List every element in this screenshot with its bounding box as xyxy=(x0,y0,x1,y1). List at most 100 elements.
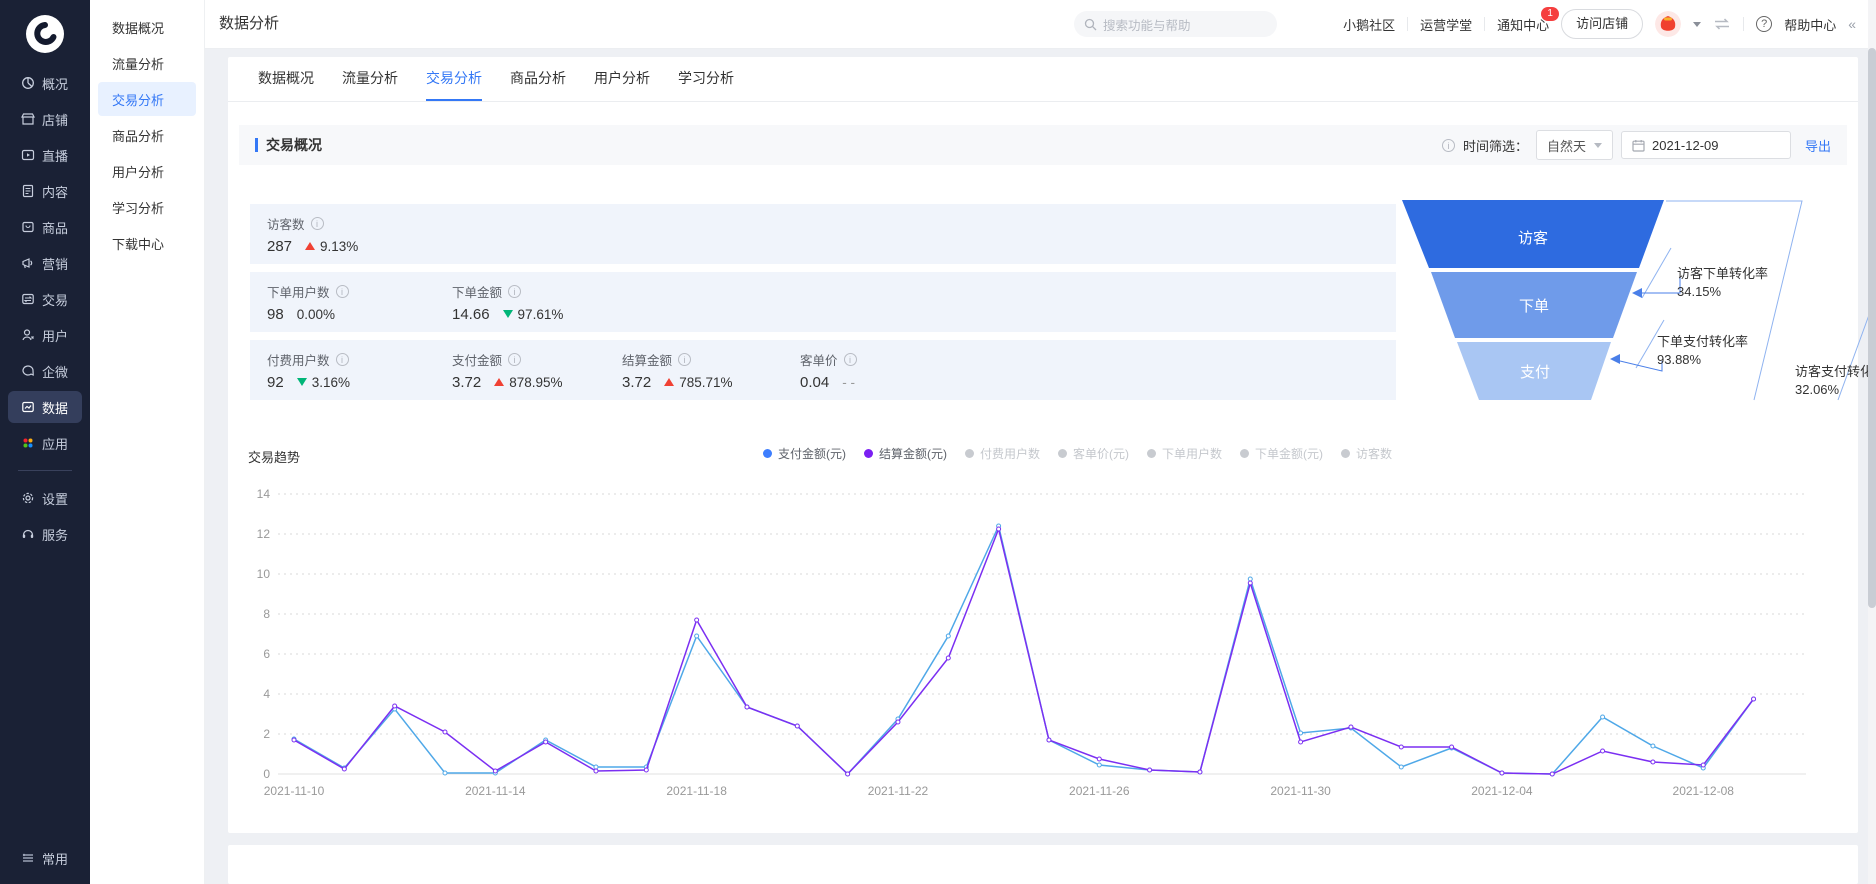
metric-label: 客单价 xyxy=(800,353,838,368)
sidebar-item-content[interactable]: 内容 xyxy=(8,175,82,207)
sidebar-item-shop[interactable]: 店铺 xyxy=(8,103,82,135)
legend-dot xyxy=(763,449,772,458)
data-submenu: 数据概况 流量分析 交易分析 商品分析 用户分析 学习分析 下载中心 xyxy=(90,0,205,884)
sidebar-item-label: 企微 xyxy=(42,364,69,380)
info-icon[interactable]: i xyxy=(843,352,857,366)
info-icon[interactable]: i xyxy=(508,284,522,298)
export-link[interactable]: 导出 xyxy=(1805,136,1831,155)
collapse-icon[interactable]: « xyxy=(1848,16,1856,32)
metric-change: 3.16% xyxy=(311,374,350,390)
legend-item-6[interactable]: 访客数 xyxy=(1341,445,1392,462)
funnel-stage-label: 访客 xyxy=(1518,230,1548,247)
info-icon[interactable]: i xyxy=(508,352,522,366)
link-help-center[interactable]: 帮助中心 xyxy=(1784,15,1836,34)
legend-item-4[interactable]: 下单用户数 xyxy=(1147,445,1222,462)
series-markers-结算金额(元) xyxy=(291,526,1757,777)
arrow-down-icon xyxy=(502,310,513,318)
arrow-up-icon xyxy=(494,378,505,386)
granularity-select[interactable]: 自然天 xyxy=(1535,130,1613,160)
tab-user-analysis[interactable]: 用户分析 xyxy=(594,57,650,101)
conversion-label: 下单支付转化率 xyxy=(1657,334,1749,349)
sidebar-item-service[interactable]: 服务 xyxy=(8,518,82,550)
sidebar-item-apps[interactable]: 应用 xyxy=(8,427,82,459)
x-tick-label: 2021-11-26 xyxy=(1069,784,1130,798)
info-icon[interactable]: i xyxy=(335,284,349,298)
metric-label: 下单用户数 xyxy=(267,285,330,300)
legend-item-5[interactable]: 下单金额(元) xyxy=(1240,445,1323,462)
sidebar-item-label: 设置 xyxy=(42,491,69,507)
submenu-item-traffic-analysis[interactable]: 流量分析 xyxy=(98,46,196,80)
accent-bar xyxy=(255,138,258,152)
scrollbar-thumb[interactable] xyxy=(1868,48,1876,608)
y-tick-label: 6 xyxy=(263,647,270,661)
sidebar-item-label: 交易 xyxy=(42,292,69,308)
tab-trade-analysis[interactable]: 交易分析 xyxy=(426,57,482,101)
metrics-row-visitors: 访客数 i 287 9.13% xyxy=(250,204,1396,264)
tab-traffic-analysis[interactable]: 流量分析 xyxy=(342,57,398,101)
sidebar-item-frequently-used[interactable]: 常用 xyxy=(8,842,82,874)
legend-label: 客单价(元) xyxy=(1073,447,1130,461)
search-placeholder: 搜索功能与帮助 xyxy=(1103,18,1191,33)
series-line-结算金额(元) xyxy=(293,526,1755,776)
divider xyxy=(1484,17,1486,31)
brand-logo[interactable] xyxy=(25,14,65,54)
sidebar-item-users[interactable]: 用户 xyxy=(8,319,82,351)
storefront-icon xyxy=(21,113,35,125)
date-value: 2021-12-09 xyxy=(1651,137,1719,153)
avatar[interactable] xyxy=(1655,11,1682,37)
page-scrollbar[interactable] xyxy=(1868,0,1876,884)
link-community[interactable]: 小鹅社区 xyxy=(1343,15,1395,34)
sidebar-item-live[interactable]: 直播 xyxy=(8,139,82,171)
visit-shop-button[interactable]: 访问店铺 xyxy=(1561,9,1644,39)
metric-value: 92 xyxy=(267,373,284,391)
sidebar-item-marketing[interactable]: 营销 xyxy=(8,247,82,279)
funnel-arrow-line xyxy=(1619,360,1663,372)
submenu-item-data-overview[interactable]: 数据概况 xyxy=(98,10,196,44)
metric-label: 结算金额 xyxy=(622,353,673,368)
legend-item-0[interactable]: 支付金额(元) xyxy=(763,445,846,462)
submenu-item-goods-analysis[interactable]: 商品分析 xyxy=(98,118,196,152)
submenu-item-learning-analysis[interactable]: 学习分析 xyxy=(98,190,196,224)
link-academy[interactable]: 运营学堂 xyxy=(1420,15,1472,34)
info-icon[interactable]: i xyxy=(335,352,349,366)
tab-goods-analysis[interactable]: 商品分析 xyxy=(510,57,566,101)
metric-change: 785.71% xyxy=(679,374,733,390)
top-header: 数据分析 搜索功能与帮助 小鹅社区 运营学堂 通知中心 1 访问店铺 ? 帮助中… xyxy=(204,0,1876,49)
search-input[interactable]: 搜索功能与帮助 xyxy=(1074,11,1277,37)
sidebar-item-overview[interactable]: 概况 xyxy=(8,67,82,99)
x-tick-label: 2021-12-08 xyxy=(1673,784,1735,798)
sidebar-item-settings[interactable]: 设置 xyxy=(8,482,82,514)
chevron-down-icon[interactable] xyxy=(1693,21,1702,27)
info-icon[interactable]: i xyxy=(678,352,692,366)
info-icon[interactable]: i xyxy=(310,216,324,230)
y-tick-label: 12 xyxy=(257,527,271,541)
legend-item-1[interactable]: 结算金额(元) xyxy=(864,445,947,462)
link-notice-center[interactable]: 通知中心 1 xyxy=(1497,6,1560,34)
metric-order-amount: 下单金额 i 14.66 97.61% xyxy=(452,272,652,332)
sidebar-item-label: 直播 xyxy=(42,148,69,164)
legend-item-3[interactable]: 客单价(元) xyxy=(1058,445,1129,462)
tab-data-overview[interactable]: 数据概况 xyxy=(258,57,314,101)
apps-grid-icon xyxy=(23,438,33,448)
date-picker[interactable]: 2021-12-09 xyxy=(1620,131,1791,159)
y-tick-label: 2 xyxy=(263,727,270,741)
submenu-item-download-center[interactable]: 下载中心 xyxy=(98,226,196,260)
sidebar-item-wecom[interactable]: 企微 xyxy=(8,355,82,387)
arrow-left-icon xyxy=(1610,354,1620,364)
sidebar-item-label: 数据 xyxy=(42,400,69,416)
metrics-row-payments: 付费用户数 i 92 3.16% 支付金额 i 3.72 878.95% 结算金额 i… xyxy=(250,340,1396,400)
metric-visitors: 访客数 i 287 9.13% xyxy=(267,204,567,264)
transaction-icon xyxy=(22,293,34,305)
metric-paying-users: 付费用户数 i 92 3.16% xyxy=(267,340,452,400)
sidebar-item-goods[interactable]: 商品 xyxy=(8,211,82,243)
analysis-tabs: 数据概况 流量分析 交易分析 商品分析 用户分析 学习分析 xyxy=(228,57,1858,102)
sidebar-item-trade[interactable]: 交易 xyxy=(8,283,82,315)
submenu-item-trade-analysis[interactable]: 交易分析 xyxy=(98,82,196,116)
sidebar-item-data[interactable]: 数据 xyxy=(8,391,82,423)
legend-item-2[interactable]: 付费用户数 xyxy=(965,445,1040,462)
metric-label: 访客数 xyxy=(267,217,305,232)
switch-account-icon[interactable] xyxy=(1713,17,1731,31)
submenu-item-user-analysis[interactable]: 用户分析 xyxy=(98,154,196,188)
tab-learning-analysis[interactable]: 学习分析 xyxy=(678,57,734,101)
metric-value: 287 xyxy=(267,237,293,255)
